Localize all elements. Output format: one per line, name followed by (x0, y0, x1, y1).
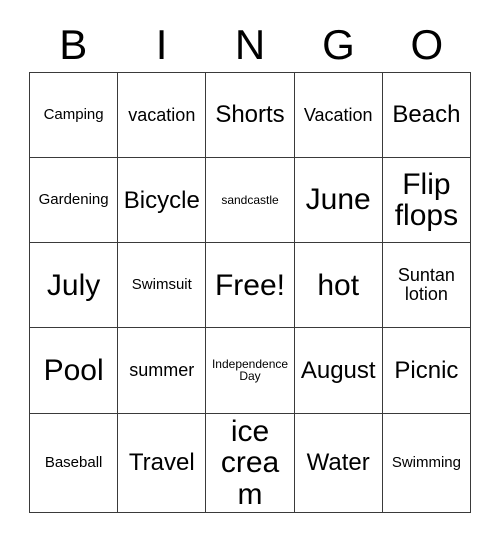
bingo-cell-r4-c5[interactable]: Picnic (382, 328, 472, 414)
bingo-cell-label: Shorts (215, 101, 285, 129)
bingo-cell-label: Beach (392, 101, 461, 129)
bingo-header-letter-n: N (234, 21, 266, 68)
bingo-cell-label: Baseball (44, 453, 103, 471)
bingo-cell-r5-c2[interactable]: Travel (118, 413, 207, 513)
bingo-cell-r5-c4[interactable]: Water (294, 413, 383, 513)
bingo-cell-r3-c3[interactable]: Free! (206, 243, 295, 329)
bingo-cell-r2-c1[interactable]: Gardening (30, 158, 119, 244)
bingo-cell-r2-c3[interactable]: sandcastle (206, 158, 295, 244)
bingo-cell-r3-c2[interactable]: Swimsuit (118, 243, 207, 329)
bingo-cell-label: Picnic (394, 356, 459, 384)
bingo-cell-r4-c2[interactable]: summer (118, 328, 207, 414)
bingo-cell-r2-c5[interactable]: Flip flops (382, 158, 472, 244)
bingo-cell-label: Gardening (38, 191, 109, 209)
bingo-header-letter-o: O (410, 21, 444, 68)
bingo-cell-label: Camping (43, 106, 104, 124)
bingo-cell-label: Swimming (391, 453, 461, 471)
bingo-cell-label: Independence Day (211, 356, 289, 384)
bingo-cell-r5-c5[interactable]: Swimming (382, 413, 472, 513)
bingo-header-letter-i: I (155, 21, 168, 68)
bingo-cell-label: vacation (128, 104, 196, 125)
bingo-cell-label: June (305, 183, 371, 217)
bingo-cell-r1-c4[interactable]: Vacation (294, 73, 383, 159)
bingo-cell-label: Pool (43, 353, 104, 387)
bingo-grid: Camping vacation Shorts Vacation Beach Garden… (29, 72, 472, 513)
bingo-cell-label: Free! (214, 268, 286, 302)
bingo-cell-r2-c4[interactable]: June (294, 158, 383, 244)
bingo-cell-label: Suntan lotion (397, 265, 455, 305)
bingo-cell-r4-c3[interactable]: Independence Day (206, 328, 295, 414)
bingo-header-letter-b: B (59, 21, 88, 68)
bingo-row: Gardening Bicycle sandcastle June Flip flops (30, 158, 472, 244)
bingo-row: July Swimsuit Free! hot Suntan lotion (30, 243, 472, 329)
bingo-cell-label: hot (317, 268, 360, 302)
bingo-cell-label: sandcastle (221, 192, 279, 207)
bingo-cell-r2-c2[interactable]: Bicycle (118, 158, 207, 244)
bingo-header: BINGO (29, 18, 471, 72)
bingo-cell-r1-c3[interactable]: Shorts (206, 73, 295, 159)
bingo-cell-r1-c1[interactable]: Camping (30, 73, 119, 159)
bingo-cell-r4-c4[interactable]: August (294, 328, 383, 414)
bingo-cell-label: July (46, 268, 101, 302)
bingo-cell-r1-c2[interactable]: vacation (118, 73, 207, 159)
bingo-cell-label: Vacation (303, 104, 373, 125)
bingo-cell-label: Travel (128, 449, 195, 477)
bingo-cell-r3-c5[interactable]: Suntan lotion (382, 243, 472, 329)
bingo-cell-r4-c1[interactable]: Pool (30, 328, 119, 414)
bingo-cell-label: Flip flops (394, 167, 459, 233)
bingo-header-letter-g: G (322, 21, 355, 68)
bingo-cell-r3-c1[interactable]: July (30, 243, 119, 329)
bingo-cell-label: ice cream (220, 414, 280, 511)
bingo-card: B I N G O Camping vacation Shorts Vacation Beach… (0, 0, 500, 544)
bingo-cell-label: August (300, 356, 376, 384)
bingo-cell-r3-c4[interactable]: hot (294, 243, 383, 329)
bingo-cell-r5-c3[interactable]: ice cream (206, 413, 295, 513)
bingo-cell-r1-c5[interactable]: Beach (382, 73, 472, 159)
bingo-cell-label: Swimsuit (131, 276, 192, 294)
bingo-row: Camping vacation Shorts Vacation Beach (30, 73, 472, 159)
bingo-row: Baseball Travel ice cream Water Swimming (30, 413, 472, 513)
bingo-cell-label: Water (306, 449, 370, 477)
bingo-cell-r5-c1[interactable]: Baseball (30, 413, 119, 513)
bingo-row: Pool summer Independence Day August Picnic (30, 328, 472, 414)
bingo-cell-label: summer (129, 359, 195, 380)
bingo-cell-label: Bicycle (123, 186, 200, 214)
